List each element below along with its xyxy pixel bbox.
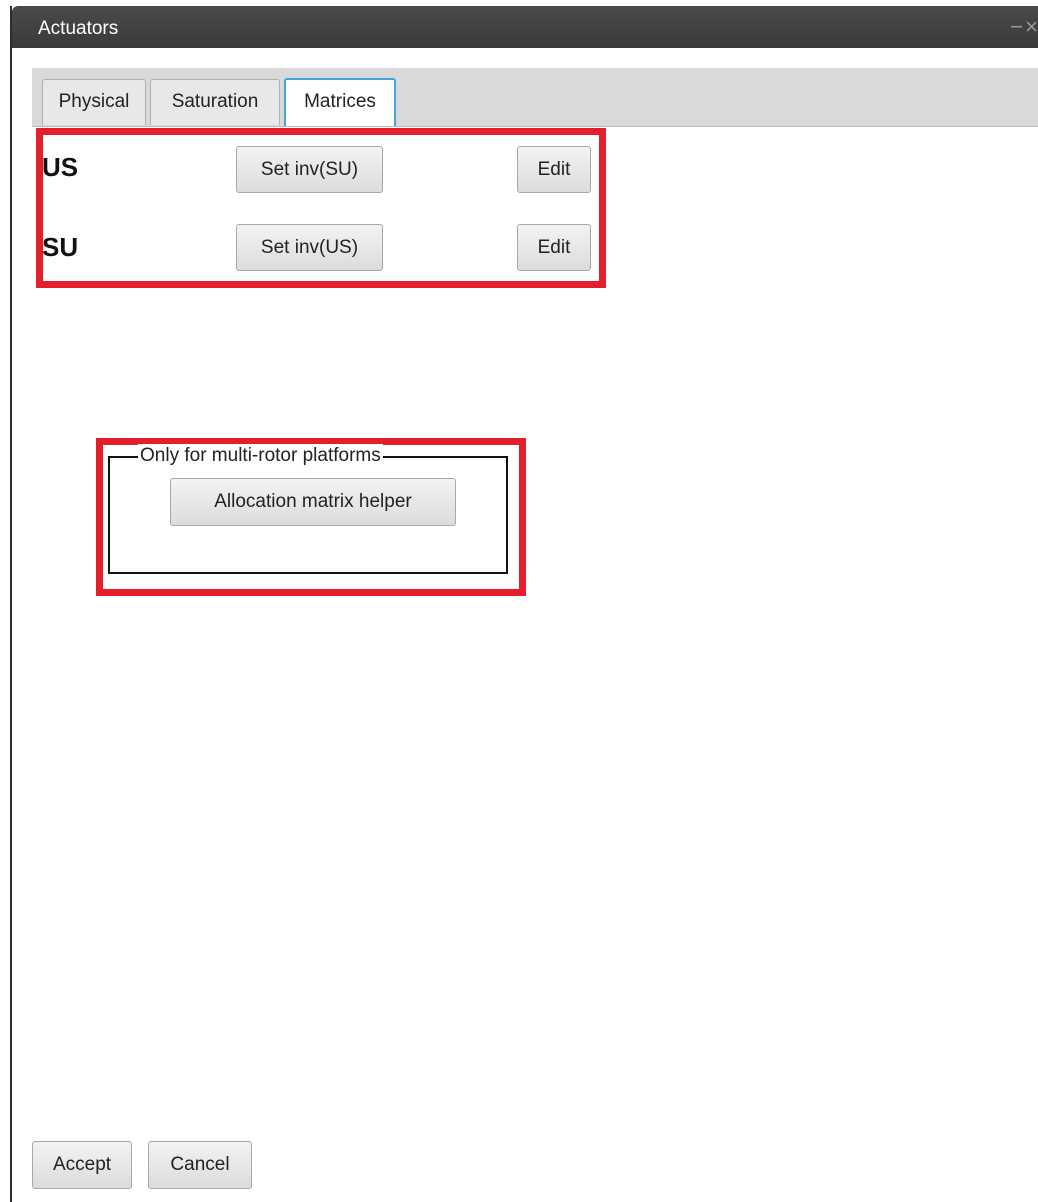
tab-physical[interactable]: Physical xyxy=(42,79,146,125)
edit-su-button[interactable]: Edit xyxy=(517,224,591,271)
tab-bar: Physical Saturation Matrices xyxy=(32,68,1038,127)
window-controls: −× xyxy=(1010,14,1038,40)
tab-saturation[interactable]: Saturation xyxy=(150,79,280,125)
close-icon[interactable]: × xyxy=(1025,14,1038,40)
title-bar[interactable]: Actuators −× xyxy=(12,6,1038,48)
actuators-window: Actuators −× Physical Saturation Matrice… xyxy=(10,6,1038,1202)
set-inv-su-button[interactable]: Set inv(SU) xyxy=(236,146,383,193)
multirotor-group: Only for multi-rotor platforms Allocatio… xyxy=(108,444,508,574)
allocation-matrix-helper-button[interactable]: Allocation matrix helper xyxy=(170,478,456,526)
accept-button[interactable]: Accept xyxy=(32,1141,132,1189)
us-matrix-label: US xyxy=(42,152,79,182)
edit-us-button[interactable]: Edit xyxy=(517,146,591,193)
tab-matrices[interactable]: Matrices xyxy=(284,78,396,126)
cancel-button[interactable]: Cancel xyxy=(148,1141,252,1189)
su-matrix-label: SU xyxy=(42,232,79,262)
window-title: Actuators xyxy=(38,18,119,39)
set-inv-us-button[interactable]: Set inv(US) xyxy=(236,224,383,271)
minimize-icon[interactable]: − xyxy=(1010,14,1025,40)
multirotor-group-title: Only for multi-rotor platforms xyxy=(138,444,383,468)
